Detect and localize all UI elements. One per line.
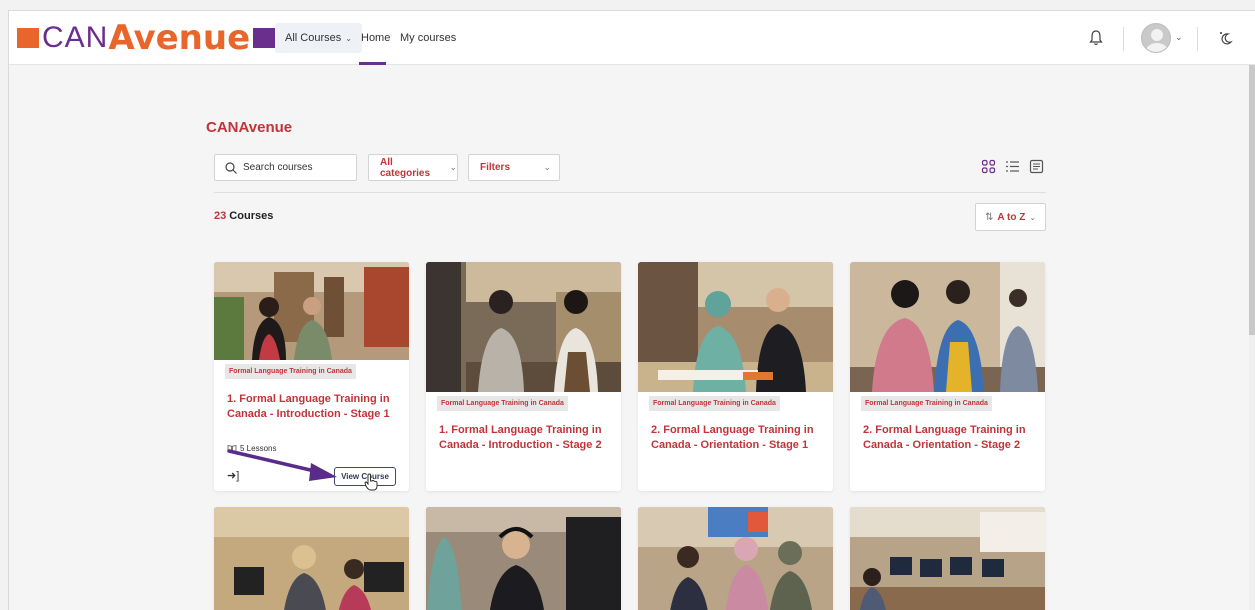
navbar-divider [1197, 27, 1198, 51]
sort-label: A to Z [997, 211, 1026, 223]
logo-purple-square [253, 28, 276, 48]
nav-home-link[interactable]: Home [361, 32, 390, 44]
logo-avenue-text: Avenue [108, 18, 251, 58]
course-image[interactable] [638, 262, 833, 392]
course-card[interactable] [850, 507, 1045, 610]
chevron-down-icon: ⌄ [1029, 212, 1037, 222]
course-count-number: 23 [214, 210, 227, 222]
course-image[interactable] [426, 262, 621, 392]
course-title[interactable]: 1. Formal Language Training in Canada - … [227, 392, 399, 422]
course-image[interactable] [638, 507, 833, 610]
filters-dropdown[interactable]: Filters ⌄ [468, 154, 560, 181]
course-image[interactable] [214, 507, 409, 610]
filter-divider [214, 192, 1046, 193]
course-image[interactable] [850, 507, 1045, 610]
sort-dropdown[interactable]: ⇅ A to Z ⌄ [975, 203, 1046, 231]
course-category-tag: Formal Language Training in Canada [437, 396, 568, 411]
avatar-silhouette-icon [1146, 29, 1168, 52]
hand-cursor-icon [364, 473, 378, 491]
course-card[interactable]: Formal Language Training in Canada 1. Fo… [426, 262, 621, 491]
course-card[interactable]: Formal Language Training in Canada 2. Fo… [638, 262, 833, 491]
course-image[interactable] [850, 262, 1045, 392]
browser-viewport: CAN Avenue All Courses ⌄ Home My courses… [8, 10, 1255, 610]
theme-toggle-icon[interactable] [1217, 29, 1235, 47]
notification-bell-icon[interactable] [1088, 29, 1104, 47]
chevron-down-icon: ⌄ [345, 33, 352, 43]
course-card[interactable] [214, 507, 409, 610]
course-card[interactable]: Formal Language Training in Canada 2. Fo… [850, 262, 1045, 491]
annotation-arrow-icon [227, 449, 337, 481]
page-title: CANAvenue [206, 119, 293, 136]
compact-view-icon[interactable] [1029, 159, 1044, 174]
course-card[interactable] [638, 507, 833, 610]
chevron-down-icon: ⌄ [543, 162, 551, 172]
grid-view-icon[interactable] [981, 159, 996, 174]
sort-icon: ⇅ [984, 211, 994, 223]
search-courses-box[interactable] [214, 154, 357, 181]
view-mode-switcher [981, 159, 1044, 174]
course-category-tag: Formal Language Training in Canada [861, 396, 992, 411]
categories-dropdown[interactable]: All categories ⌄ [368, 154, 458, 181]
course-image[interactable] [214, 262, 409, 360]
course-title[interactable]: 2. Formal Language Training in Canada - … [863, 423, 1035, 453]
list-view-icon[interactable] [1005, 159, 1020, 174]
course-count-suffix: Courses [226, 210, 274, 222]
course-category-tag: Formal Language Training in Canada [649, 396, 780, 411]
page-scrollbar[interactable] [1249, 65, 1255, 610]
course-card[interactable] [426, 507, 621, 610]
categories-label: All categories [380, 156, 431, 179]
navbar-divider [1123, 27, 1124, 51]
search-icon [225, 161, 237, 174]
search-input[interactable] [243, 162, 343, 173]
all-courses-label: All Courses [285, 32, 342, 44]
top-navbar: CAN Avenue All Courses ⌄ Home My courses… [9, 11, 1255, 65]
user-menu-chevron-icon[interactable]: ⌄ [1175, 32, 1183, 43]
course-count: 23 Courses [214, 210, 273, 222]
course-title[interactable]: 1. Formal Language Training in Canada - … [439, 423, 611, 453]
course-image[interactable] [426, 507, 621, 610]
user-avatar[interactable] [1141, 23, 1171, 53]
chevron-down-icon: ⌄ [449, 162, 457, 172]
nav-my-courses-link[interactable]: My courses [400, 32, 456, 44]
scrollbar-thumb[interactable] [1249, 65, 1255, 335]
course-category-tag: Formal Language Training in Canada [225, 364, 356, 379]
logo-orange-square [17, 28, 39, 48]
course-title[interactable]: 2. Formal Language Training in Canada - … [651, 423, 823, 453]
all-courses-dropdown[interactable]: All Courses ⌄ [275, 23, 362, 53]
active-tab-indicator [359, 62, 386, 65]
filters-label: Filters [480, 162, 511, 173]
site-logo[interactable]: CAN Avenue [17, 18, 276, 58]
logo-can-text: CAN [42, 21, 109, 54]
